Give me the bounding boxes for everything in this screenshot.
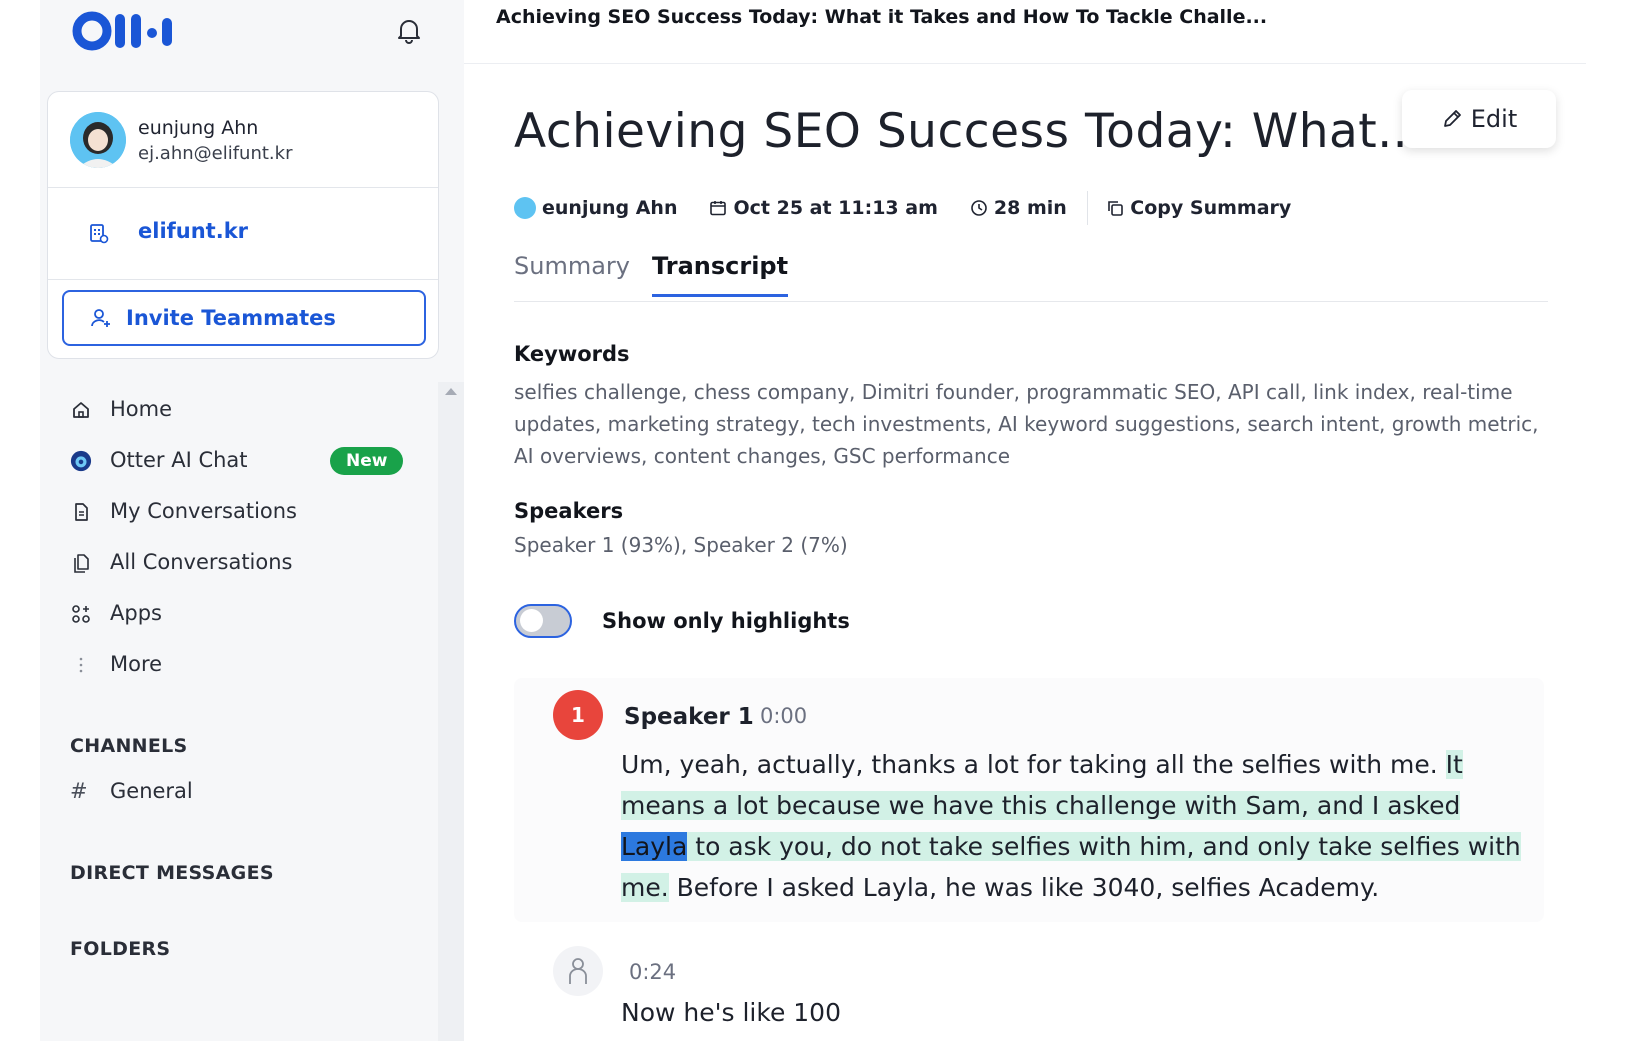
folders-heading[interactable]: FOLDERS [70,938,170,960]
user-name: eunjung Ahn [138,117,259,139]
user-avatar [70,112,126,168]
document-icon [70,501,92,523]
nav-item-otter-ai-chat[interactable]: Otter AI Chat New [40,435,438,486]
title-bar: Achieving SEO Success Today: What it Tak… [464,0,1586,64]
duration-text: 28 min [993,197,1067,219]
workspace-label: elifunt.kr [138,219,249,243]
copy-summary-button[interactable]: Copy Summary [1106,197,1291,219]
nav-label: Otter AI Chat [110,448,248,472]
add-person-icon [90,307,112,329]
transcript-plain: Um, yeah, actually, thanks a lot for tak… [621,750,1438,779]
nav-item-more[interactable]: More [40,639,438,690]
nav-item-home[interactable]: Home [40,384,438,435]
sidebar-nav: Home Otter AI Chat New My Conversations … [40,384,438,690]
calendar-icon [710,201,727,216]
highlights-toggle-label[interactable]: Show only highlights [602,609,850,633]
speakers-list: Speaker 1 (93%), Speaker 2 (7%) [514,533,848,557]
documents-icon [70,552,92,574]
clock-icon [971,200,987,216]
segment-timestamp[interactable]: 0:00 [760,704,807,728]
nav-label: Apps [110,601,162,625]
account-card: eunjung Ahn ej.ahn@elifunt.kr elifunt.kr [47,91,439,359]
channel-item-general[interactable]: # General [70,775,410,811]
speaker-badge[interactable]: 1 [553,690,603,740]
invite-teammates-label: Invite Teammates [126,306,336,330]
toggle-knob [520,609,543,632]
user-email: ej.ahn@elifunt.kr [138,143,293,164]
nav-label: All Conversations [110,550,293,574]
transcript-text[interactable]: Um, yeah, actually, thanks a lot for tak… [621,744,1521,908]
author-name: eunjung Ahn [542,197,678,219]
conversation-meta: eunjung Ahn Oct 25 at 11:13 am 28 min Co… [514,191,1323,225]
author-avatar [514,197,536,219]
channel-label: General [110,779,193,803]
nav-item-apps[interactable]: Apps [40,588,438,639]
meta-duration: 28 min [970,197,1067,219]
more-icon [70,654,92,676]
workspace-item[interactable]: elifunt.kr [48,188,438,280]
tab-transcript[interactable]: Transcript [652,252,789,297]
nav-item-my-conversations[interactable]: My Conversations [40,486,438,537]
date-text: Oct 25 at 11:13 am [733,197,938,219]
main-content: Achieving SEO Success Today: What it Tak… [464,0,1650,1041]
person-icon [569,958,587,984]
speaker-unknown-avatar[interactable] [553,946,603,996]
nav-item-all-conversations[interactable]: All Conversations [40,537,438,588]
nav-label: More [110,652,163,676]
invite-teammates-button[interactable]: Invite Teammates [62,290,426,346]
sidebar: eunjung Ahn ej.ahn@elifunt.kr elifunt.kr [40,0,464,1041]
channels-heading[interactable]: CHANNELS [70,735,188,757]
sidebar-scrollbar[interactable] [438,382,464,1041]
keywords-list: selfies challenge, chess company, Dimitr… [514,380,1539,468]
meta-divider [1086,191,1089,225]
sidebar-topbar [40,0,464,64]
meta-author[interactable]: eunjung Ahn [514,197,677,219]
edit-button[interactable]: Edit [1402,90,1556,148]
speakers-heading: Speakers [514,499,624,523]
transcript-selection[interactable]: Layla [621,832,688,861]
pencil-icon [1443,110,1461,127]
nav-label: My Conversations [110,499,298,523]
page-title[interactable]: Achieving SEO Success Today: What... [514,104,1424,159]
home-icon [70,399,92,421]
building-icon [86,221,110,245]
apps-icon [70,603,92,625]
transcript-plain: Before I asked Layla, he was like 3040, … [676,873,1380,902]
nav-label: Home [110,397,173,421]
highlights-toggle[interactable] [514,604,572,638]
meta-date: Oct 25 at 11:13 am [709,197,938,219]
new-badge: New [330,447,404,475]
otter-chat-icon [70,450,92,472]
keywords-heading: Keywords [514,342,630,366]
notifications-bell-icon[interactable] [392,14,426,48]
edit-label: Edit [1470,105,1518,133]
copy-summary-label: Copy Summary [1130,197,1292,219]
tab-summary[interactable]: Summary [514,252,630,294]
hash-icon: # [70,779,88,803]
otter-logo[interactable] [72,10,176,52]
direct-messages-heading[interactable]: DIRECT MESSAGES [70,862,274,884]
scroll-up-arrow-icon[interactable] [445,388,457,395]
account-user[interactable]: eunjung Ahn ej.ahn@elifunt.kr [48,92,438,188]
speaker-name[interactable]: Speaker 1 [624,704,754,730]
segment-timestamp[interactable]: 0:24 [629,960,676,984]
transcript-text[interactable]: Now he's like 100 [621,998,841,1027]
copy-icon [1108,201,1124,216]
tabs: Summary Transcript [514,252,1548,302]
conversation-title-small: Achieving SEO Success Today: What it Tak… [496,6,1268,28]
